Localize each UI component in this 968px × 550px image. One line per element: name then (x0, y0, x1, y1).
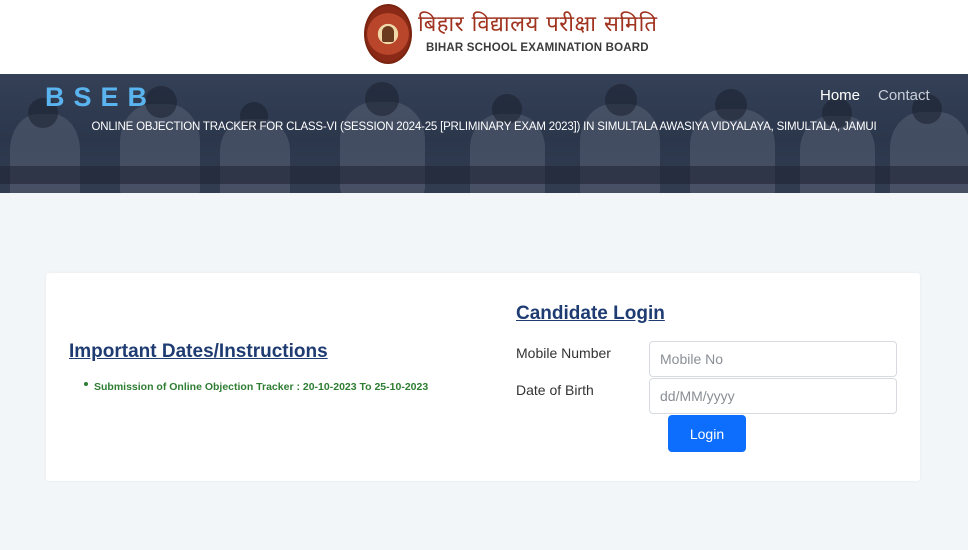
important-dates-heading: Important Dates/Instructions (69, 341, 328, 362)
mobile-number-input[interactable] (649, 341, 897, 377)
page-title: ONLINE OBJECTION TRACKER FOR CLASS-VI (S… (91, 121, 877, 133)
main-card: Important Dates/Instructions Submission … (46, 273, 920, 481)
hero-banner: BSEB Home Contact ONLINE OBJECTION TRACK… (0, 74, 968, 193)
bseb-seal-icon (364, 4, 412, 64)
site-header: बिहार विद्यालय परीक्षा समिति BIHAR SCHOO… (0, 0, 968, 74)
mobile-number-label: Mobile Number (516, 345, 611, 361)
board-name-hindi: बिहार विद्यालय परीक्षा समिति (418, 12, 658, 37)
candidate-login-heading: Candidate Login (516, 303, 665, 324)
brand-logo[interactable]: BSEB (45, 82, 156, 113)
nav-home-link[interactable]: Home (820, 87, 860, 104)
date-of-birth-input[interactable] (649, 378, 897, 414)
instruction-item: Submission of Online Objection Tracker :… (94, 381, 429, 393)
date-of-birth-label: Date of Birth (516, 382, 594, 398)
board-name-english: BIHAR SCHOOL EXAMINATION BOARD (426, 42, 649, 54)
bullet-icon (84, 382, 88, 386)
login-button[interactable]: Login (668, 415, 746, 452)
nav-contact-link[interactable]: Contact (878, 87, 930, 104)
